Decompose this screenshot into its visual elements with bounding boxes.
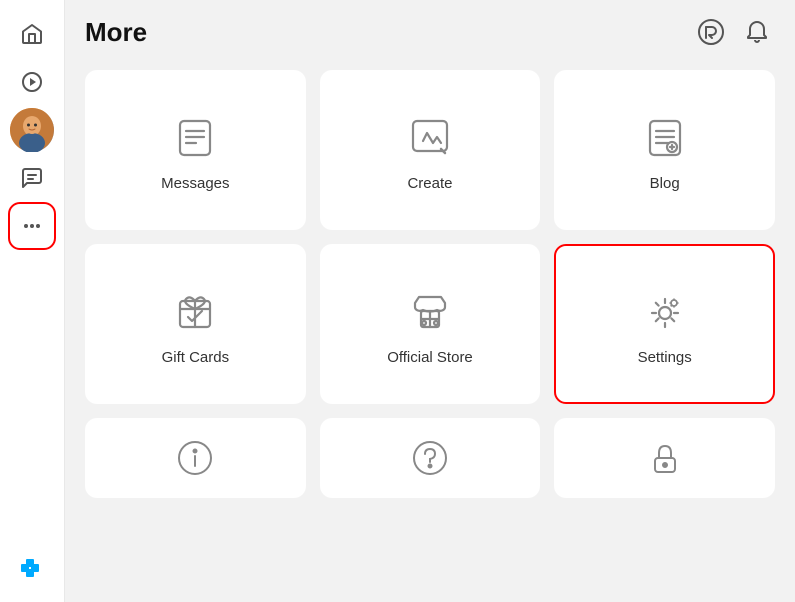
official-store-icon [407, 289, 453, 335]
settings-icon [642, 289, 688, 335]
info-icon [175, 438, 215, 478]
sidebar-item-home[interactable] [10, 12, 54, 56]
avatar [10, 108, 54, 152]
sidebar-item-more[interactable] [10, 204, 54, 248]
card-create[interactable]: Create [320, 70, 541, 230]
sidebar-item-avatar[interactable] [10, 108, 54, 152]
header: More [65, 0, 795, 60]
official-store-label: Official Store [387, 349, 473, 366]
card-official-store[interactable]: Official Store [320, 244, 541, 404]
robux-icon-button[interactable] [693, 14, 729, 50]
card-help[interactable] [320, 418, 541, 498]
sidebar [0, 0, 65, 602]
blog-label: Blog [650, 175, 680, 192]
blog-icon [642, 115, 688, 161]
gift-cards-icon [172, 289, 218, 335]
page-title: More [85, 17, 147, 48]
header-icons [693, 14, 775, 50]
card-info[interactable] [85, 418, 306, 498]
sidebar-item-chat[interactable] [10, 156, 54, 200]
main-content: More [65, 0, 795, 602]
settings-label: Settings [638, 349, 692, 366]
card-settings[interactable]: Settings [554, 244, 775, 404]
create-icon [407, 115, 453, 161]
card-messages[interactable]: Messages [85, 70, 306, 230]
create-label: Create [407, 175, 452, 192]
gift-cards-label: Gift Cards [162, 349, 230, 366]
cards-grid: Messages Create [85, 70, 775, 498]
sidebar-item-robux[interactable] [10, 546, 54, 590]
card-blog[interactable]: Blog [554, 70, 775, 230]
lock-icon [645, 438, 685, 478]
card-lock[interactable] [554, 418, 775, 498]
notification-icon-button[interactable] [739, 14, 775, 50]
messages-icon [172, 115, 218, 161]
card-gift-cards[interactable]: Gift Cards [85, 244, 306, 404]
sidebar-item-discover[interactable] [10, 60, 54, 104]
grid-container: Messages Create [65, 60, 795, 602]
help-icon [410, 438, 450, 478]
messages-label: Messages [161, 175, 229, 192]
